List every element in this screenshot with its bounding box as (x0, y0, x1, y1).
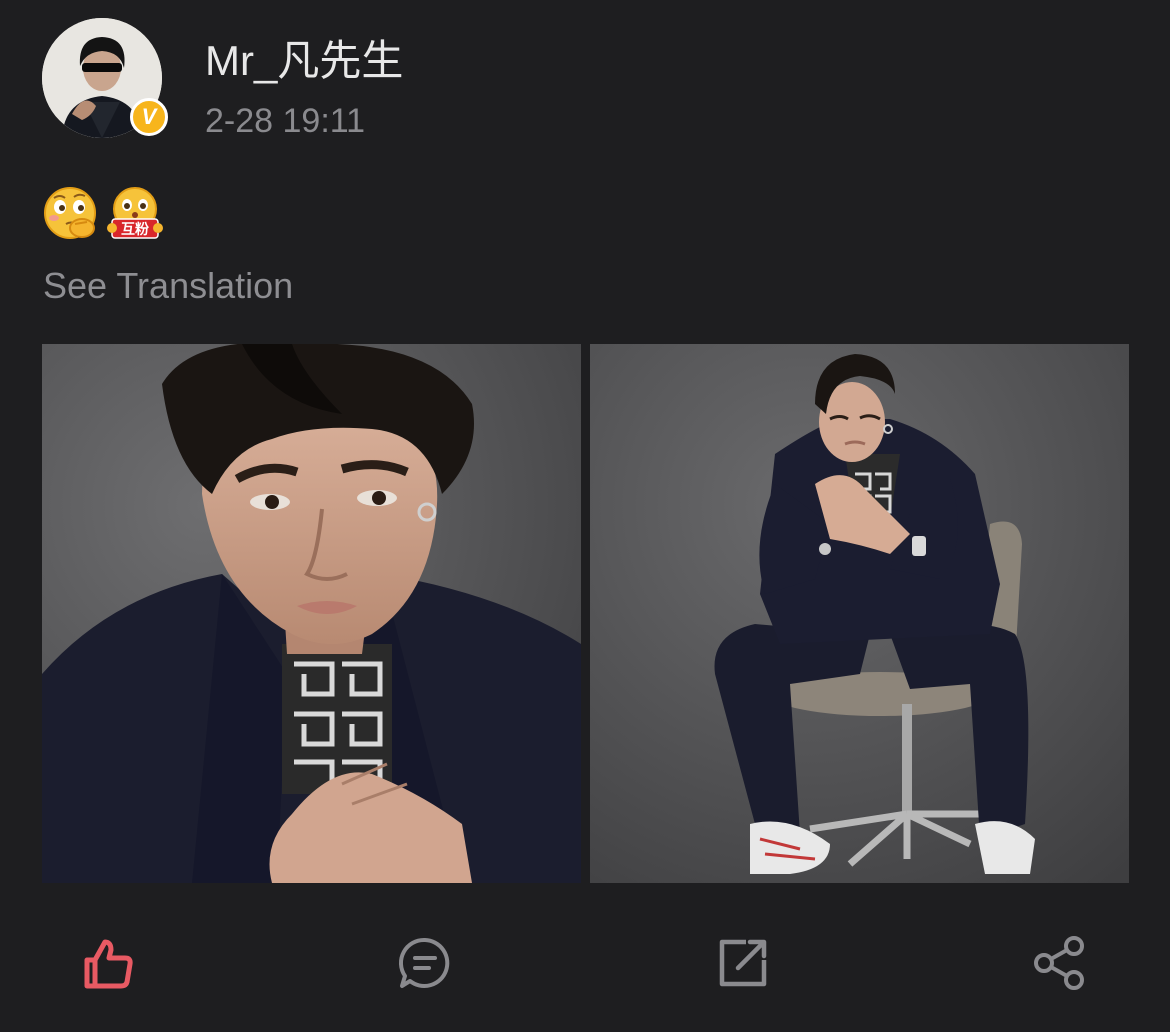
see-translation-link[interactable]: See Translation (43, 262, 293, 310)
repost-button[interactable] (705, 925, 781, 1001)
comment-button[interactable] (387, 925, 463, 1001)
portrait-seated-image (590, 344, 1129, 883)
mutual-follow-label: 互粉 (121, 221, 149, 238)
portrait-closeup-image (42, 344, 581, 883)
post-timestamp: 2-28 19:11 (205, 102, 366, 140)
avatar-container[interactable]: V (42, 18, 168, 138)
verified-badge-icon: V (130, 98, 168, 136)
mutual-follow-emoji-icon: 互粉 (107, 187, 163, 239)
post-photo-1[interactable] (42, 344, 581, 883)
thumbs-up-icon (84, 939, 133, 989)
repost-icon (719, 939, 767, 987)
action-bar (0, 925, 1170, 1001)
thinking-emoji-icon (44, 187, 96, 239)
like-button[interactable] (70, 925, 146, 1001)
share-icon (1034, 936, 1084, 990)
post-content: 互粉 (42, 186, 164, 242)
share-button[interactable] (1022, 925, 1098, 1001)
username[interactable]: Mr_凡先生 (205, 36, 403, 86)
post-photo-2[interactable] (590, 344, 1129, 883)
comment-icon (399, 937, 450, 988)
weibo-post: V Mr_凡先生 2-28 19:11 互粉 See Translation (0, 0, 1170, 1032)
